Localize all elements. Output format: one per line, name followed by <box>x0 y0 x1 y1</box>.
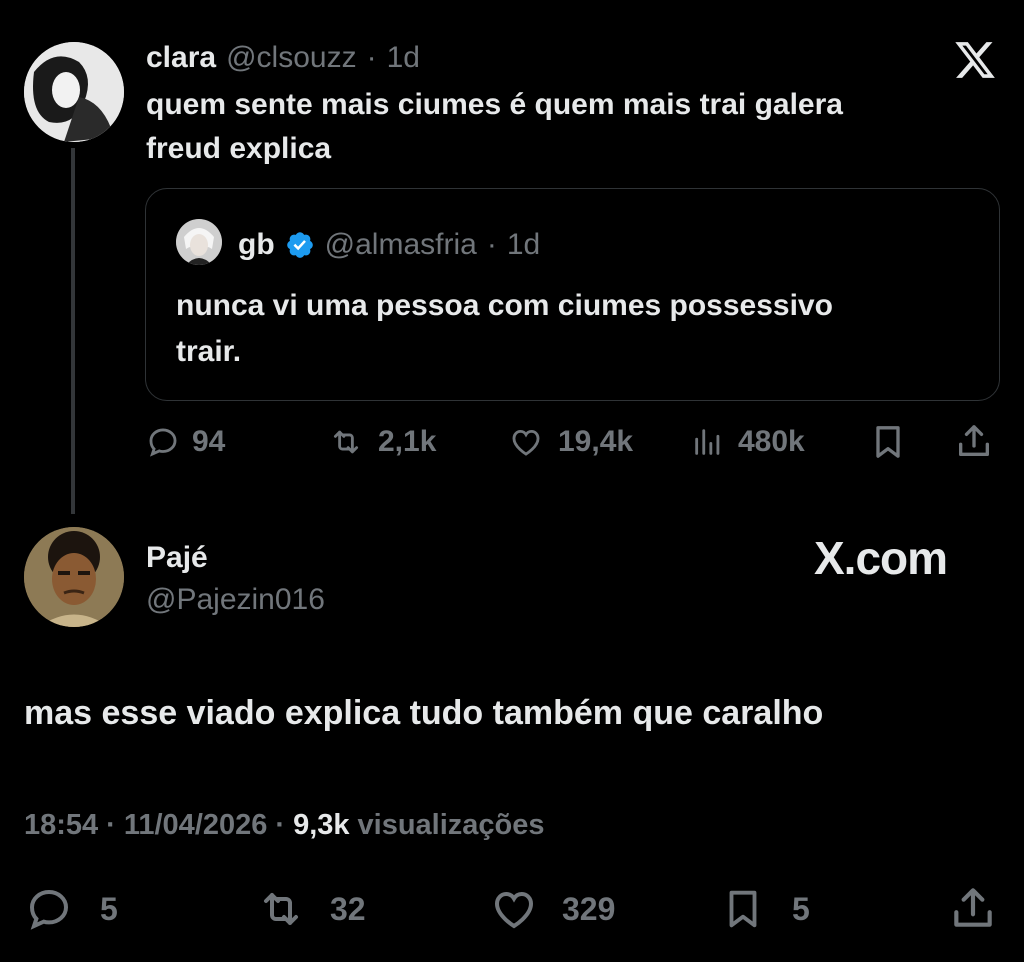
repost-count: 2,1k <box>378 425 437 458</box>
share-icon <box>954 888 992 927</box>
like-button[interactable]: 329 <box>486 884 615 934</box>
like-icon <box>494 891 534 929</box>
separator-dot: · <box>366 41 377 74</box>
tweet-date[interactable]: 11/04/2026 <box>124 809 268 842</box>
like-icon <box>512 429 540 456</box>
repost-icon <box>333 430 359 454</box>
reply-author-name[interactable]: Pajé <box>146 540 208 576</box>
repost-icon <box>264 893 298 925</box>
bookmark-count: 5 <box>792 890 810 927</box>
x-logo-icon <box>952 38 998 82</box>
embedded-tweet-text-line1: nunca vi uma pessoa com ciumes possessiv… <box>176 289 833 322</box>
like-button[interactable]: 19,4k <box>506 420 633 464</box>
views-button[interactable]: 480k <box>690 420 805 464</box>
separator-dot: · <box>486 228 497 261</box>
avatar-clara-image <box>24 42 124 142</box>
views-count: 480k <box>738 425 805 458</box>
quoted-tweet-text-line2: freud explica <box>146 132 332 165</box>
avatar-paje-image <box>24 527 124 627</box>
like-count: 19,4k <box>558 425 634 458</box>
author-name[interactable]: clara <box>146 41 216 75</box>
thread-line <box>71 148 75 514</box>
repost-button[interactable]: 32 <box>252 884 366 934</box>
bookmark-button[interactable] <box>868 422 908 462</box>
reply-button[interactable]: 5 <box>24 884 118 934</box>
embedded-tweet-header: gb @almasfria · 1d <box>238 227 540 263</box>
reply-author-handle[interactable]: @Pajezin016 <box>146 582 325 618</box>
share-button[interactable] <box>948 882 998 934</box>
embedded-author-handle[interactable]: @almasfria <box>325 228 477 262</box>
embedded-tweet-text-line2: trair. <box>176 335 242 368</box>
embedded-quote-card[interactable]: gb @almasfria · 1d nunca vi uma pessoa c… <box>145 188 1000 401</box>
embedded-tweet-age[interactable]: 1d <box>507 228 540 262</box>
bookmark-icon <box>876 426 900 458</box>
author-handle[interactable]: @clsouzz <box>226 41 357 75</box>
reply-button[interactable]: 94 <box>146 420 225 464</box>
reply-icon <box>29 889 69 930</box>
tweet-age[interactable]: 1d <box>387 41 420 75</box>
views-count: 9,3k <box>293 808 350 841</box>
tweet-time[interactable]: 18:54 <box>24 809 98 842</box>
repost-count: 32 <box>330 890 366 927</box>
share-icon <box>959 425 989 456</box>
reply-count: 94 <box>192 425 226 458</box>
separator-dot: · <box>275 808 286 841</box>
avatar-paje[interactable] <box>24 527 124 627</box>
views-icon <box>695 429 720 455</box>
verified-badge-icon <box>285 230 315 260</box>
separator-dot: · <box>106 808 116 841</box>
repost-button[interactable]: 2,1k <box>326 420 436 464</box>
x-com-watermark: X.com <box>814 532 948 584</box>
embedded-author-name[interactable]: gb <box>238 228 275 262</box>
reply-tweet-text: mas esse viado explica tudo também que c… <box>24 694 824 732</box>
avatar-gb <box>176 219 222 265</box>
views-label: visualizações <box>357 808 545 841</box>
avatar-clara[interactable] <box>24 42 124 142</box>
quoted-tweet-text-line1: quem sente mais ciumes é quem mais trai … <box>146 88 843 121</box>
tweet-meta: 18:54 · 11/04/2026 · 9,3k visualizações <box>24 806 545 844</box>
share-button[interactable] <box>954 420 994 462</box>
bookmark-button[interactable]: 5 <box>720 884 810 934</box>
reply-count: 5 <box>100 890 118 927</box>
quoted-tweet-header: clara @clsouzz · 1d <box>146 40 420 76</box>
bookmark-icon <box>729 890 757 928</box>
like-count: 329 <box>562 890 616 927</box>
reply-icon <box>149 428 177 457</box>
